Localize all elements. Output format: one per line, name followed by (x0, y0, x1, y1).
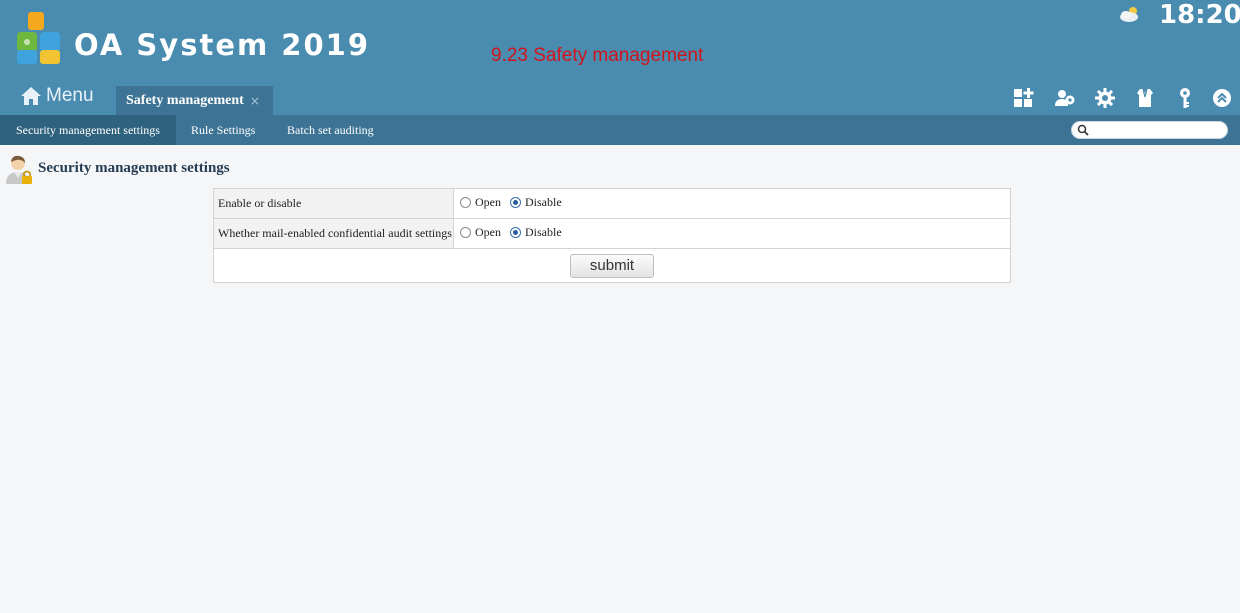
gear-icon[interactable] (1094, 87, 1116, 109)
top-header: OA System 2019 9.23 Safety management 18… (0, 0, 1240, 115)
settings-form: Enable or disable Open Disable Whether m… (213, 188, 1011, 283)
radio-circle[interactable] (460, 197, 471, 208)
submit-cell: submit (213, 248, 1011, 283)
row-label: Whether mail-enabled confidential audit … (213, 218, 454, 249)
search-input[interactable] (1071, 121, 1228, 139)
radio-circle[interactable] (460, 227, 471, 238)
toolbar (0, 87, 1240, 109)
page-banner: 9.23 Safety management (491, 45, 704, 66)
user-settings-icon[interactable] (1054, 87, 1076, 109)
form-row-submit: submit (213, 248, 1011, 283)
radio-group-mail-audit: Open Disable (453, 218, 1011, 249)
radio-mail-audit-disable[interactable]: Disable (510, 225, 562, 240)
subnav-batch-set-auditing[interactable]: Batch set auditing (271, 115, 390, 145)
section-title: Security management settings (38, 160, 230, 176)
radio-circle-checked[interactable] (510, 227, 521, 238)
submit-button[interactable]: submit (570, 253, 654, 278)
radio-enable-disable[interactable]: Disable (510, 195, 562, 210)
radio-enable-open[interactable]: Open (460, 195, 501, 210)
radio-group-enable: Open Disable (453, 188, 1011, 219)
row-label: Enable or disable (213, 188, 454, 219)
subnav-security-management-settings[interactable]: Security management settings (0, 115, 176, 145)
clock: 18:20 (1159, 0, 1240, 30)
search-icon (1077, 124, 1089, 136)
radio-label: Disable (525, 225, 562, 239)
dashboard-add-icon[interactable] (1013, 87, 1035, 109)
collapse-icon[interactable] (1211, 87, 1233, 109)
form-row-enable: Enable or disable Open Disable (213, 188, 1011, 219)
form-row-mail-audit: Whether mail-enabled confidential audit … (213, 218, 1011, 249)
radio-label: Open (475, 195, 501, 209)
app-title: OA System 2019 (74, 28, 371, 62)
weather-icon (1120, 7, 1138, 22)
radio-label: Open (475, 225, 501, 239)
radio-circle-checked[interactable] (510, 197, 521, 208)
radio-label: Disable (525, 195, 562, 209)
radio-mail-audit-open[interactable]: Open (460, 225, 501, 240)
sub-navigation: Security management settings Rule Settin… (0, 115, 1240, 145)
user-lock-icon (6, 155, 32, 184)
shirt-icon[interactable] (1134, 87, 1156, 109)
subnav-rule-settings[interactable]: Rule Settings (175, 115, 271, 145)
key-icon[interactable] (1174, 87, 1196, 109)
logo-icon (17, 12, 60, 64)
